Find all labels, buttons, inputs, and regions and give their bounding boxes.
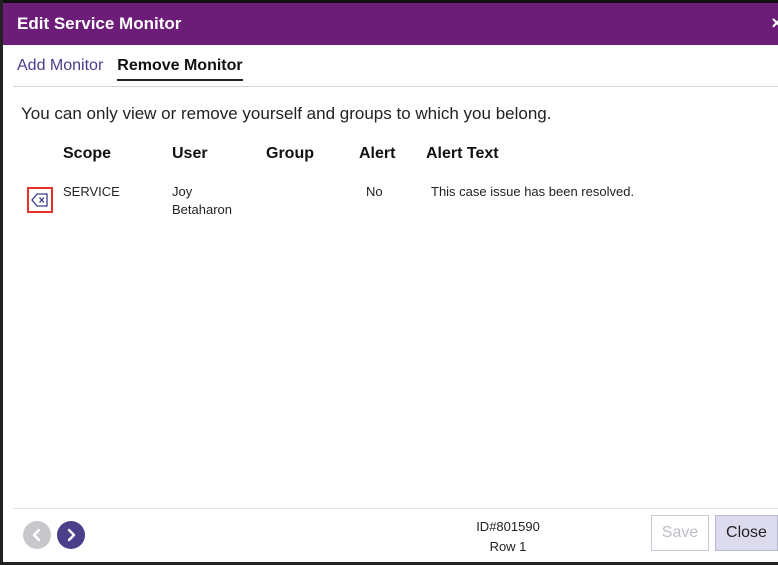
column-header-alert: Alert [359,145,396,162]
remove-monitor-button[interactable] [27,187,53,213]
chevron-left-icon [32,528,41,542]
permission-notice: You can only view or remove yourself and… [21,104,552,123]
backspace-x-icon [31,193,48,207]
column-header-user: User [172,145,208,162]
footer-divider [13,508,778,509]
cell-scope: SERVICE [63,184,120,199]
save-button[interactable]: Save [651,515,709,551]
close-icon[interactable]: × [771,13,778,34]
close-button[interactable]: Close [715,515,778,551]
chevron-right-icon [67,528,76,542]
tab-add-monitor[interactable]: Add Monitor [17,57,103,81]
dialog-title: Edit Service Monitor [17,14,182,33]
record-info: ID#801590 Row 1 [458,517,558,557]
record-row: Row 1 [489,539,527,554]
next-record-button[interactable] [57,521,85,549]
column-header-scope: Scope [63,145,112,162]
tab-divider [13,86,778,87]
cell-user-last: Betaharon [172,202,232,217]
cell-alert-text: This case issue has been resolved. [431,184,635,199]
cell-user: Joy Betaharon [172,183,232,219]
previous-record-button[interactable] [23,521,51,549]
record-id: ID#801590 [476,519,540,534]
column-header-alert-text: Alert Text [426,145,499,162]
dialog-window: Edit Service Monitor × Add Monitor Remov… [0,0,778,565]
title-bar: Edit Service Monitor × [3,3,778,45]
tab-remove-monitor[interactable]: Remove Monitor [117,57,243,81]
column-header-group: Group [266,145,314,162]
cell-alert: No [366,184,383,199]
cell-user-first: Joy [172,184,193,199]
tab-bar: Add Monitor Remove Monitor [17,57,243,81]
